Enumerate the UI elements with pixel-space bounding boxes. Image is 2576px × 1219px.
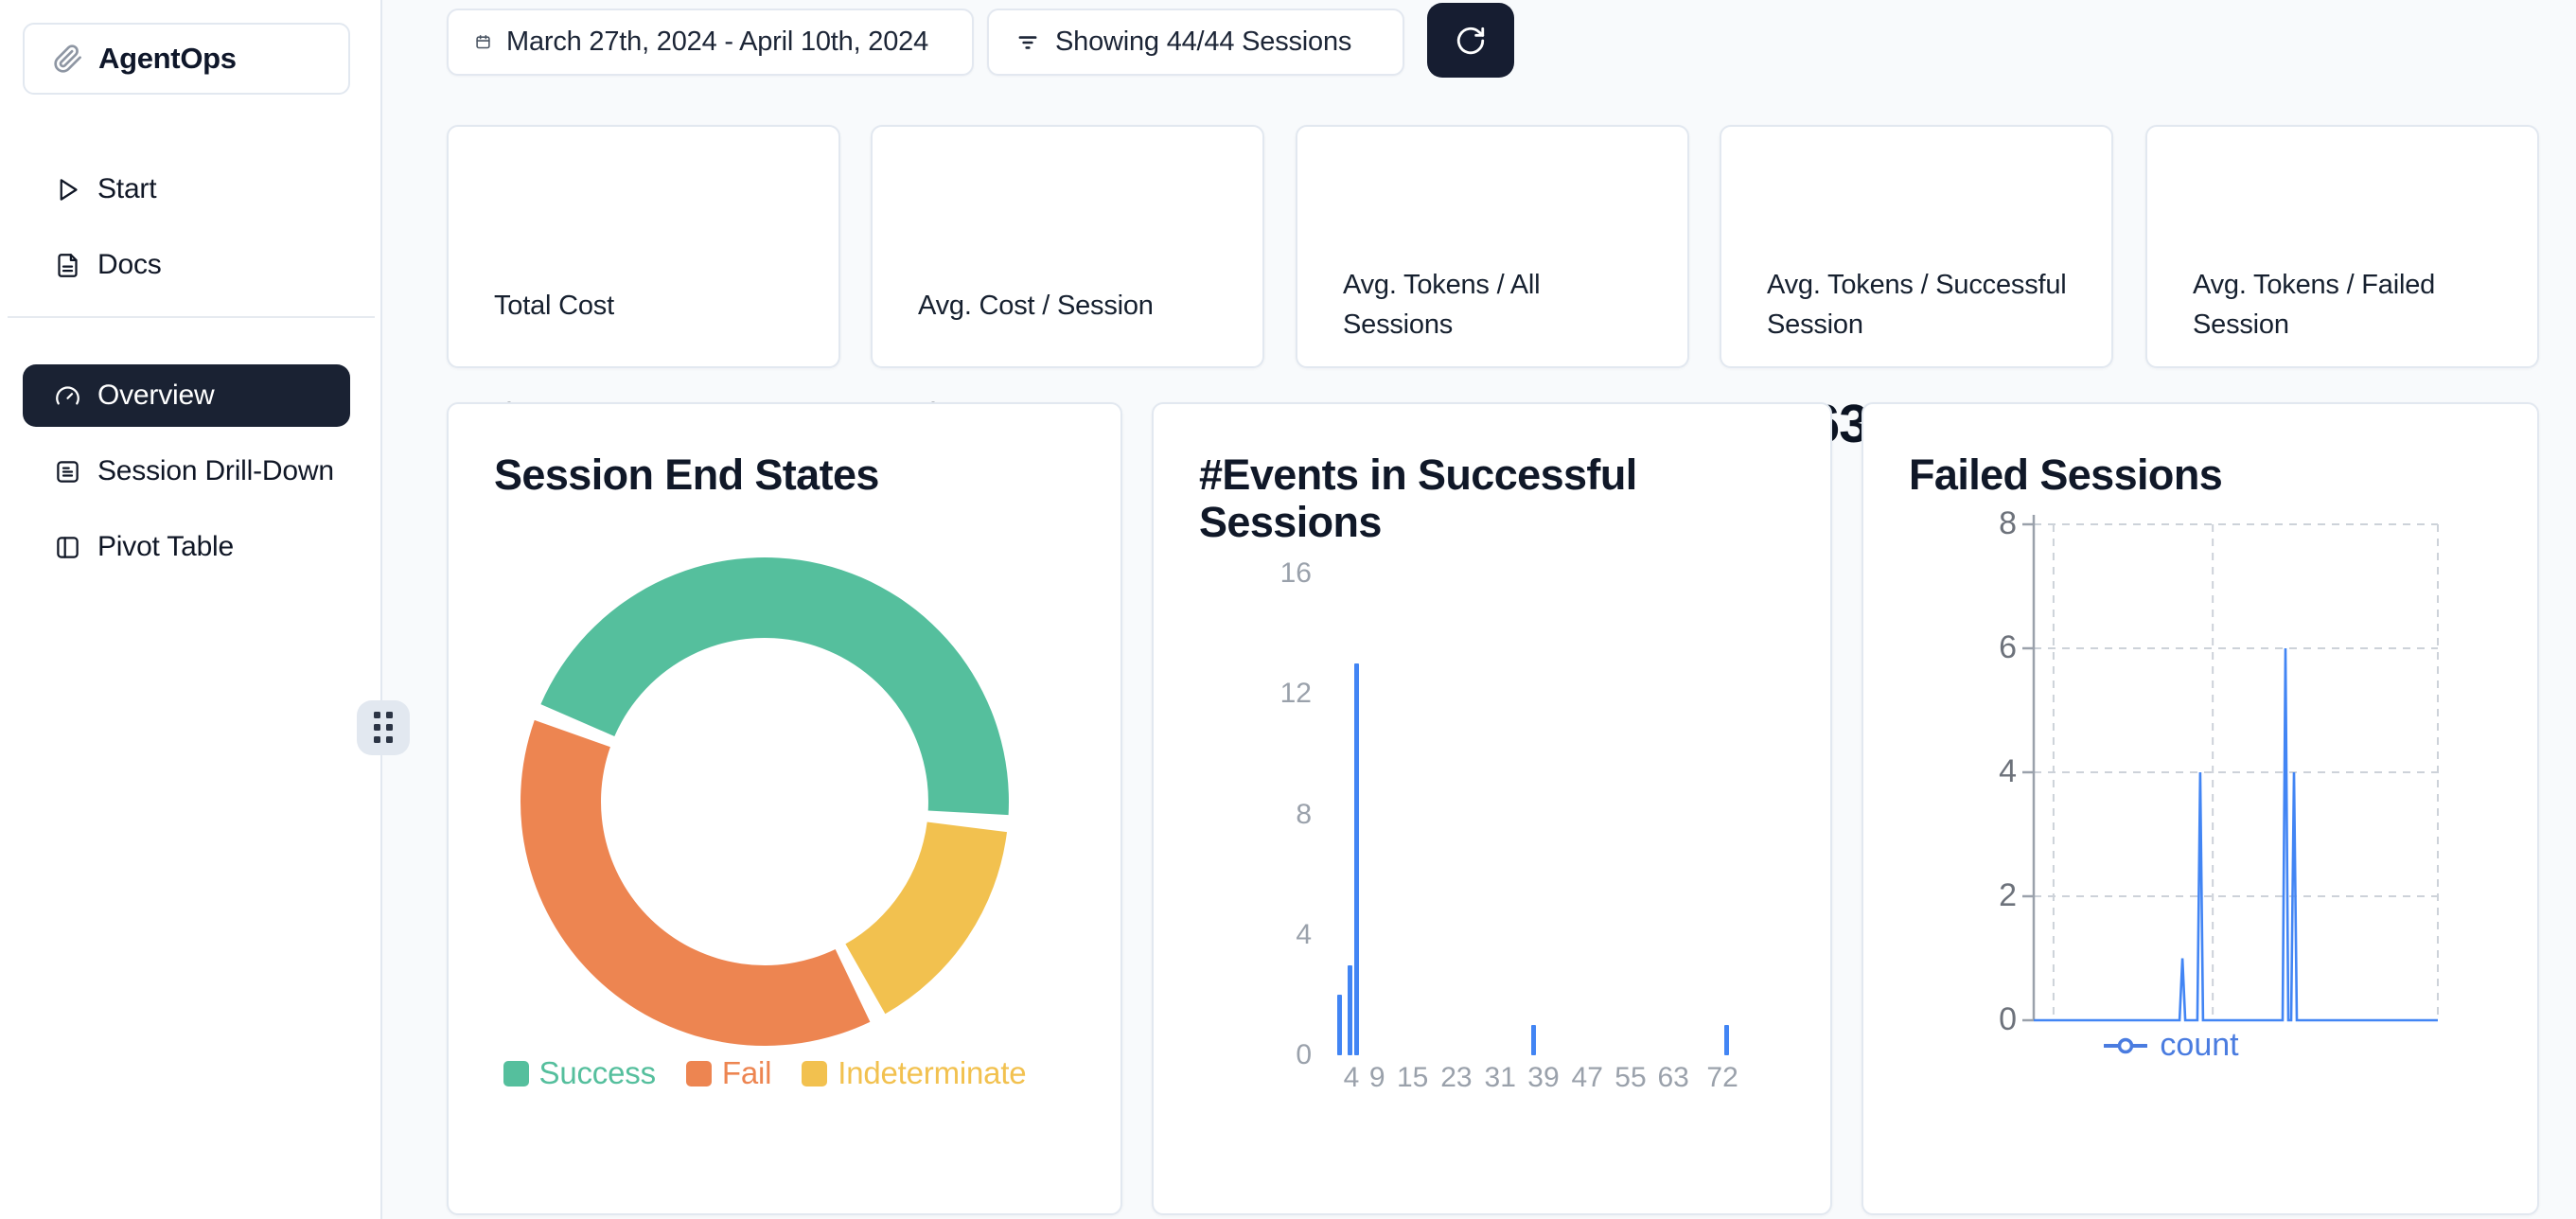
sidebar-item-label: Start xyxy=(97,173,156,205)
legend-item-indeterminate[interactable]: Indeterminate xyxy=(802,1055,1026,1091)
sidebar-divider xyxy=(8,316,375,318)
donut-legend: Success Fail Indeterminate xyxy=(468,1055,1062,1091)
stat-card-total-cost: Total Cost $4.79 xyxy=(447,125,840,368)
stat-card-avg-tokens-successful: Avg. Tokens / SuccessfulSession 4,638 xyxy=(1720,125,2113,368)
stat-label: Avg. Tokens / FailedSession xyxy=(2193,265,2505,344)
app-title: AgentOps xyxy=(98,42,237,76)
events-in-successful-sessions-card: #Events in SuccessfulSessions 0481216491… xyxy=(1152,402,1832,1215)
document-icon xyxy=(55,253,80,278)
stat-label: Avg. Tokens / SuccessfulSession xyxy=(1767,265,2079,344)
stat-label: Avg. Tokens / AllSessions xyxy=(1343,265,1655,344)
failed-sessions-line-chart[interactable]: 02468 xyxy=(1863,404,2541,1217)
sessions-filter-label: Showing 44/44 Sessions xyxy=(1055,26,1351,58)
agentops-dashboard: AgentOps Start Docs Overview Sessi xyxy=(0,0,2576,1219)
stat-card-avg-cost-session: Avg. Cost / Session $0.27 xyxy=(871,125,1264,368)
filter-lines-icon xyxy=(1015,30,1040,55)
sidebar-item-label: Docs xyxy=(97,249,162,281)
line-legend-label: count xyxy=(2160,1027,2238,1064)
bar-y-tick-16: 16 xyxy=(1245,557,1312,590)
bar-y-tick-12: 12 xyxy=(1245,678,1312,710)
line-legend-count[interactable]: count xyxy=(1969,1027,2373,1064)
session-end-states-donut-chart[interactable] xyxy=(449,404,1124,1217)
bar-x-tick-72: 72 xyxy=(1692,1062,1753,1094)
count-series-marker-icon xyxy=(2104,1035,2147,1056)
legend-swatch-icon xyxy=(802,1061,827,1086)
failed-sessions-card: Failed Sessions 02468 count xyxy=(1861,402,2539,1215)
app-logo[interactable]: AgentOps xyxy=(23,23,350,95)
drag-dots-icon xyxy=(374,712,394,744)
donut-slice-indeterminate[interactable] xyxy=(845,822,1007,1015)
legend-item-fail[interactable]: Fail xyxy=(686,1055,771,1091)
sidebar-item-label: Session Drill-Down xyxy=(97,455,334,487)
panel-columns-icon xyxy=(55,535,80,560)
paperclip-logo-icon xyxy=(53,44,83,74)
refresh-button[interactable] xyxy=(1427,3,1514,78)
legend-swatch-icon xyxy=(503,1061,529,1086)
donut-slice-fail[interactable] xyxy=(520,720,870,1046)
list-box-icon xyxy=(55,459,80,485)
bar-y-tick-4: 4 xyxy=(1245,919,1312,951)
sidebar-item-label: Overview xyxy=(97,380,214,412)
events-bar-chart[interactable]: 0481216491523313947556372 xyxy=(1154,404,1834,1217)
line-y-tick-6: 6 xyxy=(1950,629,2017,666)
stat-card-avg-tokens-failed: Avg. Tokens / FailedSession 3,856 xyxy=(2145,125,2539,368)
legend-swatch-icon xyxy=(686,1061,712,1086)
line-y-tick-4: 4 xyxy=(1950,753,2017,790)
gauge-icon xyxy=(55,383,80,409)
line-y-tick-8: 8 xyxy=(1950,505,2017,542)
sidebar-item-overview[interactable]: Overview xyxy=(23,364,350,427)
sidebar-item-start[interactable]: Start xyxy=(23,159,350,220)
session-end-states-card: Session End States SuccessFailIndetermin… xyxy=(447,402,1122,1215)
sidebar-item-label: Pivot Table xyxy=(97,531,234,563)
date-range-label: March 27th, 2024 - April 10th, 2024 xyxy=(506,26,928,58)
bar-events-72[interactable] xyxy=(1724,1025,1729,1055)
refresh-icon xyxy=(1455,25,1487,57)
legend-item-success[interactable]: Success xyxy=(503,1055,656,1091)
sidebar-item-session-drill-down[interactable]: Session Drill-Down xyxy=(23,441,350,502)
bar-events-4[interactable] xyxy=(1348,965,1352,1055)
sidebar-item-docs[interactable]: Docs xyxy=(23,235,350,295)
bar-y-tick-8: 8 xyxy=(1245,799,1312,831)
stat-label: Avg. Cost / Session xyxy=(918,286,1230,326)
calendar-icon xyxy=(475,34,491,50)
sessions-filter-button[interactable]: Showing 44/44 Sessions xyxy=(987,9,1404,76)
donut-slice-success[interactable] xyxy=(540,557,1009,815)
legend-label: Fail xyxy=(722,1055,771,1091)
play-icon xyxy=(55,177,80,203)
legend-label: Success xyxy=(539,1055,656,1091)
bar-events-5[interactable] xyxy=(1354,663,1359,1055)
sidebar-item-pivot-table[interactable]: Pivot Table xyxy=(23,517,350,577)
bar-events-2[interactable] xyxy=(1337,995,1342,1055)
bar-events-37[interactable] xyxy=(1531,1025,1536,1055)
bar-y-tick-0: 0 xyxy=(1245,1039,1312,1071)
sidebar-resize-handle[interactable] xyxy=(357,700,410,755)
stat-label: Total Cost xyxy=(494,286,806,326)
line-y-tick-2: 2 xyxy=(1950,877,2017,914)
count-series-line[interactable] xyxy=(2034,648,2438,1020)
sidebar: AgentOps Start Docs Overview Sessi xyxy=(0,0,382,1219)
stat-card-avg-tokens-all: Avg. Tokens / AllSessions 3,598 xyxy=(1296,125,1689,368)
date-range-button[interactable]: March 27th, 2024 - April 10th, 2024 xyxy=(447,9,974,76)
legend-label: Indeterminate xyxy=(838,1055,1026,1091)
